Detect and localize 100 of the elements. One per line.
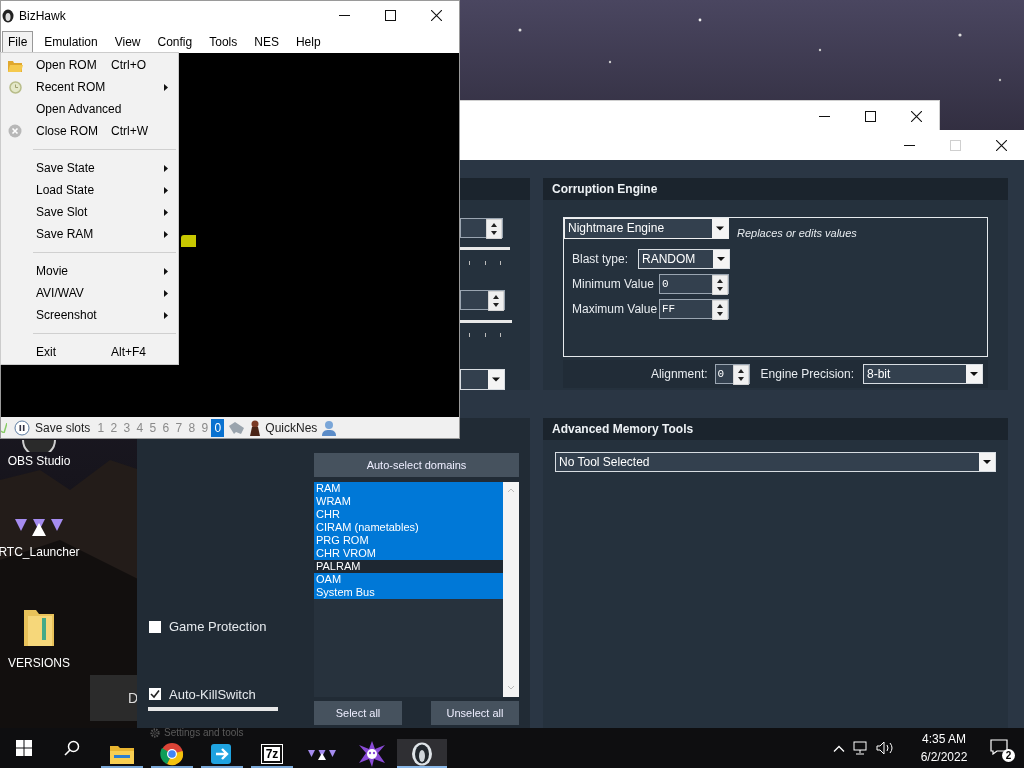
slider-track[interactable] <box>148 707 278 711</box>
menu-item[interactable]: Close ROM Ctrl+W <box>1 120 178 142</box>
menu-item[interactable]: Tools <box>203 30 244 53</box>
notifications-button[interactable]: 2 <box>988 736 1012 760</box>
dropdown[interactable]: RANDOM <box>638 248 730 269</box>
menu-item[interactable]: NES <box>248 30 285 53</box>
gear-icon <box>150 728 160 738</box>
checkbox[interactable] <box>149 620 161 633</box>
desktop-icon-label[interactable]: VERSIONS <box>8 656 70 671</box>
list-box[interactable]: RAM WRAM CHR CIRAM (nametables) PRG ROM CHR VROM PALRAM OAM System Bus <box>314 482 519 697</box>
list-item[interactable]: PALRAM <box>314 560 503 573</box>
menu-item[interactable]: Emulation <box>38 30 104 53</box>
submenu-arrow-icon <box>164 83 168 91</box>
list-item[interactable]: OAM <box>314 573 503 586</box>
dropdown[interactable] <box>460 369 505 390</box>
spinner-arrows-icon <box>712 299 728 320</box>
search-icon <box>64 740 80 756</box>
menu-item[interactable]: Exit Alt+F4 <box>1 341 178 363</box>
list-item[interactable]: CIRAM (nametables) <box>314 521 503 534</box>
list-item[interactable]: CHR <box>314 508 503 521</box>
menu-item[interactable]: AVI/WAV <box>1 282 178 304</box>
clock-icon <box>8 80 22 94</box>
caret-icon <box>966 365 982 383</box>
clock-date[interactable]: 6/2/2022 <box>920 748 968 766</box>
folder-icon <box>110 743 134 764</box>
submenu-arrow-icon <box>164 267 168 275</box>
dropdown[interactable]: 8-bit <box>863 364 983 384</box>
button[interactable]: Select all <box>314 701 402 725</box>
menu-item[interactable]: Open Advanced <box>1 98 178 120</box>
checkbox[interactable] <box>149 688 161 701</box>
taskbar-app-button[interactable] <box>397 739 447 768</box>
menu-item[interactable]: Open ROM Ctrl+O <box>1 54 178 76</box>
checkbox-label: Game Protection <box>169 618 267 636</box>
windows-icon <box>16 740 32 756</box>
list-item[interactable]: CHR VROM <box>314 547 503 560</box>
app-logo-icon <box>2 8 14 23</box>
panel-title: Advanced Memory Tools <box>552 421 694 438</box>
message-icon <box>990 739 1008 755</box>
spin-box[interactable] <box>460 218 503 238</box>
circle-app-icon <box>22 440 56 452</box>
maximize-icon <box>949 139 961 151</box>
menu-item[interactable]: Save Slot <box>1 201 178 223</box>
window-title: BizHawk <box>19 7 66 25</box>
menu-item[interactable]: Help <box>289 30 327 53</box>
menu-item[interactable]: Screenshot <box>1 304 178 326</box>
submenu-arrow-icon <box>164 311 168 319</box>
list-item[interactable]: PRG ROM <box>314 534 503 547</box>
caret-icon <box>488 370 504 389</box>
menu-item[interactable]: Config <box>151 30 199 53</box>
slider-track[interactable] <box>460 247 510 250</box>
close-icon <box>995 139 1007 151</box>
triangles-icon <box>308 747 336 760</box>
scrollbar[interactable] <box>503 482 519 697</box>
chevron-up-icon[interactable] <box>833 744 845 752</box>
menu-item[interactable]: Save RAM <box>1 223 178 245</box>
field-label: Blast type: <box>572 250 630 268</box>
app-logo-icon <box>411 741 433 766</box>
menu-item[interactable]: Movie <box>1 260 178 282</box>
caret-icon <box>979 453 995 471</box>
faded-text: Settings and tools <box>164 728 244 738</box>
dropdown[interactable]: Nightmare Engine <box>564 218 729 239</box>
menu-item[interactable]: View <box>108 30 147 53</box>
spin-box[interactable] <box>460 290 505 310</box>
speaker-icon[interactable] <box>876 741 894 755</box>
close-circle-icon <box>8 124 22 138</box>
spin-box[interactable]: 0 <box>714 364 750 384</box>
spin-box[interactable]: 0 <box>659 273 729 294</box>
description-text: Replaces or edits values <box>737 226 857 241</box>
menu-item[interactable]: Recent ROM <box>1 76 178 98</box>
spinner-arrows-icon <box>488 291 504 311</box>
folder-icon <box>7 58 23 72</box>
submenu-arrow-icon <box>164 208 168 216</box>
slot-button[interactable]: 0 <box>211 418 225 437</box>
check-icon <box>1 422 7 433</box>
spinner-arrows-icon <box>732 365 749 385</box>
slider-track[interactable] <box>460 320 512 323</box>
list-item[interactable]: WRAM <box>314 495 503 508</box>
text-fragment: D <box>128 688 139 708</box>
list-item[interactable]: System Bus <box>314 586 503 599</box>
menu-item[interactable]: Save State <box>1 157 178 179</box>
auto-select-button[interactable]: Auto-select domains <box>314 453 519 477</box>
sprite <box>181 235 196 247</box>
menu-item[interactable]: File <box>2 30 34 53</box>
network-icon[interactable] <box>853 741 869 755</box>
list-item[interactable]: RAM <box>314 482 503 495</box>
clock-time[interactable]: 4:35 AM <box>922 730 966 748</box>
menu-item[interactable]: Load State <box>1 179 178 201</box>
taskbar-app-button[interactable]: 7z <box>247 739 297 768</box>
button[interactable]: Unselect all <box>431 701 519 725</box>
field-label: Maximum Value <box>572 300 659 318</box>
pause-icon[interactable] <box>14 419 30 436</box>
desktop-icon-label[interactable]: RTC_Launcher <box>0 545 80 560</box>
maximize-icon <box>864 110 876 122</box>
dropdown[interactable]: No Tool Selected <box>555 452 996 472</box>
spiky-app-icon <box>359 740 385 767</box>
caret-icon <box>713 249 729 268</box>
spin-box[interactable]: FF <box>659 298 729 319</box>
desktop-icon-label[interactable]: OBS Studio <box>7 454 71 469</box>
field-label: Engine Precision: <box>760 366 854 383</box>
spinner-arrows-icon <box>486 219 502 239</box>
